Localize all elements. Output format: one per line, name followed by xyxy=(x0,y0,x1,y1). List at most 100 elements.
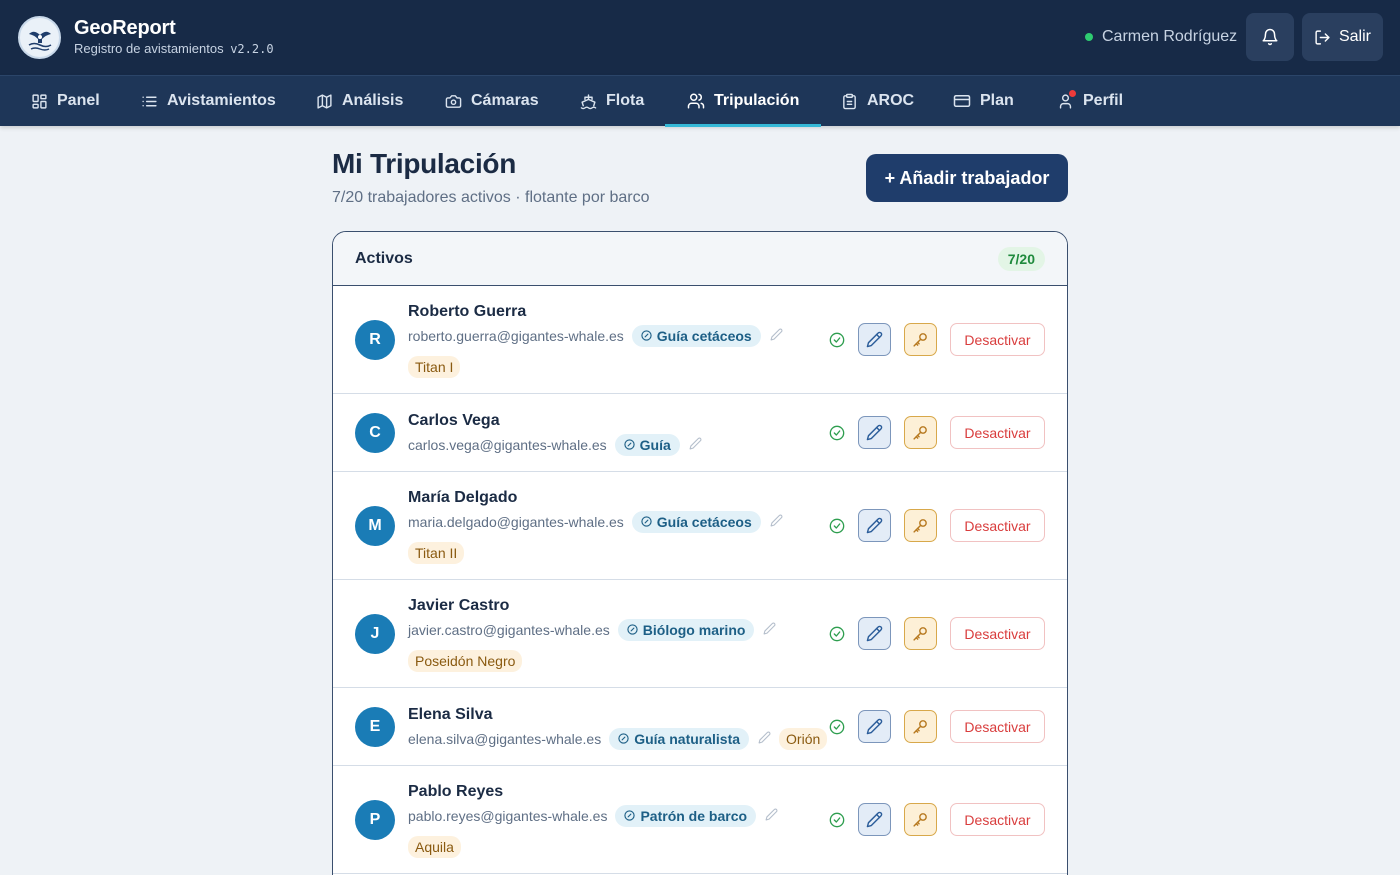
edit-role-icon[interactable] xyxy=(770,328,783,344)
deactivate-button[interactable]: Desactivar xyxy=(950,416,1045,449)
edit-worker-button[interactable] xyxy=(858,710,891,743)
active-status-icon xyxy=(829,626,845,647)
edit-worker-button[interactable] xyxy=(858,803,891,836)
deactivate-button[interactable]: Desactivar xyxy=(950,617,1045,650)
role-label: Patrón de barco xyxy=(640,808,748,824)
boat-badge: Titan II xyxy=(408,542,465,564)
role-badge: Biólogo marino xyxy=(617,619,755,641)
worker-details: javier.castro@gigantes-whale.es Biólogo … xyxy=(408,619,776,641)
version-label: v2.2.0 xyxy=(230,42,274,56)
edit-role-icon[interactable] xyxy=(763,622,776,638)
card-title: Activos xyxy=(355,249,413,267)
role-icon xyxy=(627,622,638,638)
worker-row: C Carlos Vega carlos.vega@gigantes-whale… xyxy=(333,394,1067,472)
notifications-button[interactable] xyxy=(1246,13,1294,61)
role-badge: Guía naturalista xyxy=(609,728,750,750)
nav-label: Perfil xyxy=(1083,92,1124,109)
worker-avatar: R xyxy=(355,320,395,360)
worker-email: roberto.guerra@gigantes-whale.es xyxy=(408,328,624,344)
nav-item-perfil[interactable]: Perfil xyxy=(1057,76,1123,126)
logout-label: Salir xyxy=(1338,28,1371,45)
reset-password-button[interactable] xyxy=(904,710,937,743)
edit-role-icon[interactable] xyxy=(765,808,778,824)
reset-password-button[interactable] xyxy=(904,509,937,542)
worker-email: javier.castro@gigantes-whale.es xyxy=(408,622,610,638)
worker-details: carlos.vega@gigantes-whale.es Guía xyxy=(408,434,702,456)
edit-role-icon[interactable] xyxy=(689,437,702,453)
boat-row: Aquila xyxy=(408,836,461,858)
active-workers-card: Activos 7/20 R Roberto Guerra roberto.gu… xyxy=(332,231,1068,875)
nav-label: Cámaras xyxy=(471,92,539,109)
nav-label: Panel xyxy=(57,92,100,109)
worker-row: J Javier Castro javier.castro@gigantes-w… xyxy=(333,580,1067,688)
worker-name: Carlos Vega xyxy=(408,412,500,429)
role-badge: Patrón de barco xyxy=(615,805,757,827)
deactivate-button[interactable]: Desactivar xyxy=(950,323,1045,356)
app-subtitle: Registro de avistamientos v2.2.0 xyxy=(74,41,274,56)
georeport-logo[interactable] xyxy=(18,16,61,59)
clipboard-icon xyxy=(843,93,856,109)
map-icon xyxy=(317,93,332,109)
reset-password-button[interactable] xyxy=(904,416,937,449)
nav-item-analisis[interactable]: Análisis xyxy=(316,76,403,126)
app-name: GeoReport xyxy=(74,17,176,39)
page-title: Mi Tripulación xyxy=(332,148,517,179)
role-badge: Guía cetáceos xyxy=(631,511,761,533)
pencil-icon xyxy=(866,625,883,642)
reset-password-button[interactable] xyxy=(904,323,937,356)
role-icon xyxy=(624,808,636,824)
key-icon xyxy=(913,627,927,641)
pencil-icon xyxy=(866,811,883,828)
edit-role-icon[interactable] xyxy=(770,514,783,530)
key-icon xyxy=(913,519,927,533)
boat-badge: Titan I xyxy=(408,356,461,378)
reset-password-button[interactable] xyxy=(904,617,937,650)
worker-row: R Roberto Guerra roberto.guerra@gigantes… xyxy=(333,286,1067,394)
deactivate-button[interactable]: Desactivar xyxy=(950,710,1045,743)
role-label: Guía naturalista xyxy=(634,731,741,747)
worker-row: M María Delgado maria.delgado@gigantes-w… xyxy=(333,472,1067,580)
worker-email: pablo.reyes@gigantes-whale.es xyxy=(408,808,608,824)
nav-item-camaras[interactable]: Cámaras xyxy=(445,76,539,126)
worker-name: María Delgado xyxy=(408,489,518,506)
nav-item-avistamientos[interactable]: Avistamientos xyxy=(141,76,276,126)
active-status-icon xyxy=(829,425,845,446)
role-badge: Guía cetáceos xyxy=(631,325,761,347)
edit-role-icon[interactable] xyxy=(758,731,771,747)
users-icon xyxy=(687,93,705,109)
nav-label: AROC xyxy=(867,92,915,109)
logout-button[interactable]: Salir xyxy=(1302,13,1383,61)
edit-worker-button[interactable] xyxy=(858,509,891,542)
nav-item-tripulacion[interactable]: Tripulación xyxy=(664,76,822,127)
worker-row: E Elena Silva elena.silva@gigantes-whale… xyxy=(333,688,1067,766)
bell-icon xyxy=(1262,28,1278,46)
main-nav: Panel Avistamientos Análisis Cámaras Flo… xyxy=(0,75,1400,127)
add-worker-button[interactable]: + Añadir trabajador xyxy=(866,154,1068,202)
edit-worker-button[interactable] xyxy=(858,416,891,449)
worker-row: P Pablo Reyes pablo.reyes@gigantes-whale… xyxy=(333,766,1067,874)
key-icon xyxy=(913,720,927,734)
edit-worker-button[interactable] xyxy=(858,323,891,356)
deactivate-button[interactable]: Desactivar xyxy=(950,803,1045,836)
reset-password-button[interactable] xyxy=(904,803,937,836)
nav-label: Avistamientos xyxy=(167,92,276,109)
nav-item-aroc[interactable]: AROC xyxy=(841,76,914,126)
role-label: Guía cetáceos xyxy=(656,328,752,344)
worker-avatar: E xyxy=(355,707,395,747)
boat-badge: Aquila xyxy=(408,836,461,858)
role-label: Biólogo marino xyxy=(642,622,746,638)
worker-details: maria.delgado@gigantes-whale.es Guía cet… xyxy=(408,511,783,533)
worker-details: pablo.reyes@gigantes-whale.es Patrón de … xyxy=(408,805,778,827)
role-badge: Guía xyxy=(614,434,680,456)
worker-name: Javier Castro xyxy=(408,597,510,614)
active-status-icon xyxy=(829,812,845,833)
edit-worker-button[interactable] xyxy=(858,617,891,650)
deactivate-button[interactable]: Desactivar xyxy=(950,509,1045,542)
nav-item-panel[interactable]: Panel xyxy=(31,76,100,126)
nav-label: Flota xyxy=(606,92,645,109)
key-icon xyxy=(913,813,927,827)
active-status-icon xyxy=(829,719,845,740)
nav-item-plan[interactable]: Plan xyxy=(953,76,1014,126)
nav-item-flota[interactable]: Flota xyxy=(580,76,644,126)
worker-email: maria.delgado@gigantes-whale.es xyxy=(408,514,624,530)
